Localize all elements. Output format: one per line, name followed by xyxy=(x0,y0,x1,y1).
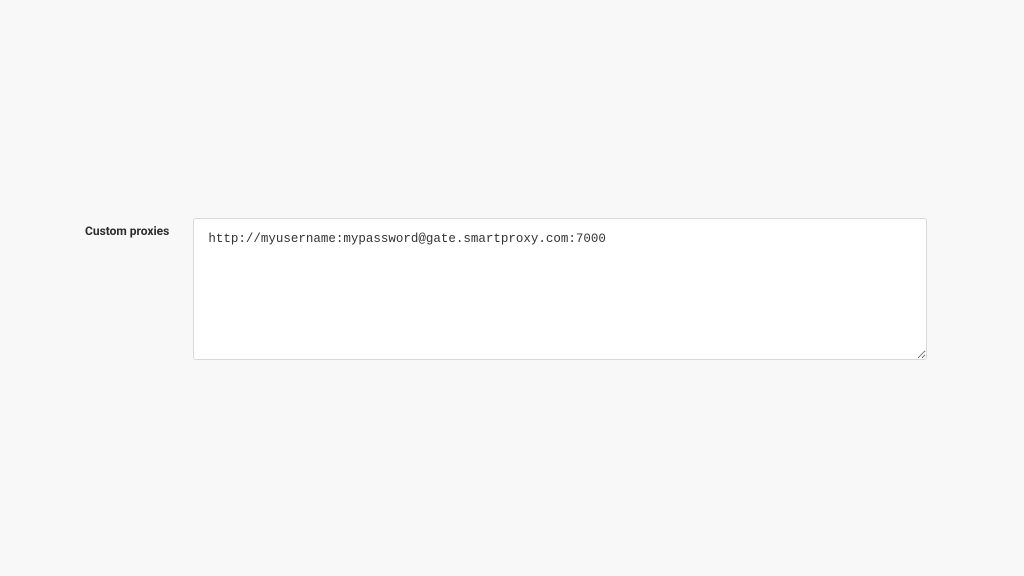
custom-proxies-label: Custom proxies xyxy=(85,218,169,238)
custom-proxies-row: Custom proxies xyxy=(85,218,927,360)
custom-proxies-textarea[interactable] xyxy=(193,218,927,360)
